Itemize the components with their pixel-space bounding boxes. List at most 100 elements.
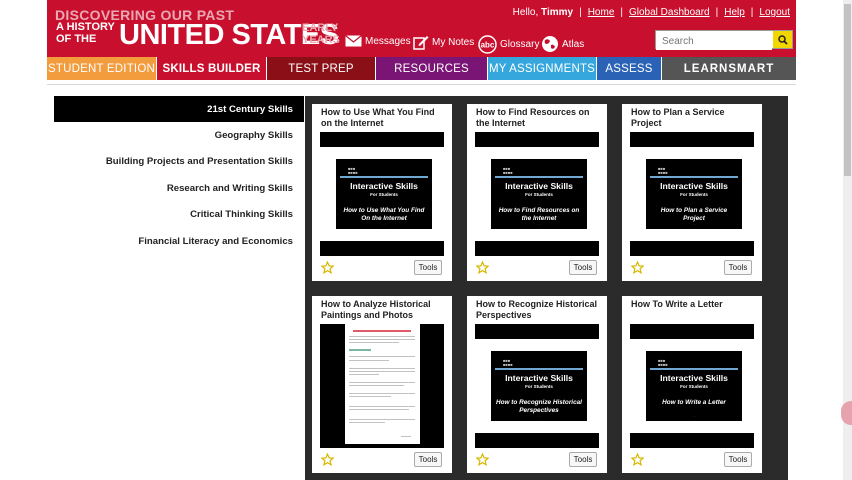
tab-skills-builder[interactable]: SKILLS BUILDER bbox=[157, 57, 267, 80]
card-thumbnail[interactable]: ■■■ ■■■■ Interactive Skills For Students … bbox=[336, 159, 432, 229]
divider bbox=[47, 84, 796, 85]
skill-card[interactable]: How to Find Resources on the Internet ■■… bbox=[467, 104, 607, 281]
sidebar-item-research-writing[interactable]: Research and Writing Skills bbox=[54, 175, 304, 201]
thumb-subheading: For Students bbox=[525, 384, 553, 389]
sidebar-item-critical-thinking[interactable]: Critical Thinking Skills bbox=[54, 202, 304, 228]
skill-card[interactable]: How to Recognize Historical Perspectives… bbox=[467, 296, 607, 473]
favorite-star-icon[interactable] bbox=[476, 453, 489, 466]
skill-card[interactable]: How To Write a Letter ■■■ ■■■■ Interactiv… bbox=[622, 296, 762, 473]
sidebar-item-21st-century-skills[interactable]: 21st Century Skills bbox=[54, 96, 304, 123]
tab-my-assignments[interactable]: MY ASSIGNMENTS bbox=[488, 57, 597, 80]
greeting: Hello, Timmy bbox=[512, 7, 574, 18]
skill-card[interactable]: How to Plan a Service Project ■■■ ■■■■ In… bbox=[622, 104, 762, 281]
skill-card[interactable]: How to Use What You Find on the Internet… bbox=[312, 104, 452, 281]
skills-grid: How to Use What You Find on the Internet… bbox=[305, 96, 788, 480]
favorite-star-icon[interactable] bbox=[631, 453, 644, 466]
skills-sidebar: 21st Century Skills Geography Skills Bui… bbox=[54, 96, 304, 254]
worksheet-preview bbox=[345, 324, 420, 444]
thumb-subheading: For Students bbox=[680, 192, 708, 197]
top-navigation: Hello, Timmy | Home | Global Dashboard |… bbox=[512, 7, 790, 18]
card-title: How to Recognize Historical Perspectives bbox=[476, 299, 598, 320]
tab-learnsmart[interactable]: LEARNSMART bbox=[662, 57, 796, 80]
search-icon bbox=[777, 34, 788, 45]
card-footer-bar bbox=[475, 433, 599, 448]
globe-icon bbox=[542, 36, 558, 52]
thumb-heading: Interactive Skills bbox=[505, 181, 573, 191]
tools-button[interactable]: Tools bbox=[414, 452, 442, 467]
card-header-bar bbox=[475, 324, 599, 339]
card-title: How to Analyze Historical Paintings and … bbox=[321, 299, 431, 320]
glossary-label: Glossary bbox=[500, 39, 540, 50]
card-header-bar bbox=[320, 132, 444, 147]
messages-link[interactable]: Messages bbox=[345, 35, 411, 47]
thumb-footer: · · · bbox=[691, 414, 697, 418]
help-link[interactable]: Help bbox=[724, 7, 745, 18]
publisher-logo: ■■■ ■■■■ bbox=[658, 358, 668, 367]
publisher-logo: ■■■ ■■■■ bbox=[503, 358, 513, 367]
sidebar-item-financial-literacy[interactable]: Financial Literacy and Economics bbox=[54, 228, 304, 254]
thumb-heading: Interactive Skills bbox=[660, 181, 728, 191]
tools-button[interactable]: Tools bbox=[724, 452, 752, 467]
card-header-bar bbox=[630, 132, 754, 147]
thumb-footer: · · · bbox=[536, 222, 542, 226]
card-header-bar bbox=[630, 324, 754, 339]
card-thumbnail[interactable]: ■■■ ■■■■ Interactive Skills For Students … bbox=[491, 159, 587, 229]
atlas-link[interactable]: Atlas bbox=[541, 35, 584, 53]
favorite-star-icon[interactable] bbox=[631, 261, 644, 274]
logout-link[interactable]: Logout bbox=[759, 7, 790, 18]
thumb-title: How to Find Resources on the Internet bbox=[498, 207, 580, 222]
tab-assess[interactable]: ASSESS bbox=[597, 57, 662, 80]
card-footer-bar bbox=[475, 241, 599, 256]
card-thumbnail[interactable]: ■■■ ■■■■ Interactive Skills For Students … bbox=[646, 351, 742, 421]
tools-button[interactable]: Tools bbox=[569, 260, 597, 275]
favorite-star-icon[interactable] bbox=[321, 453, 334, 466]
card-thumbnail[interactable]: ■■■ ■■■■ Interactive Skills For Students … bbox=[491, 351, 587, 421]
home-link[interactable]: Home bbox=[588, 7, 615, 18]
card-title: How to Plan a Service Project bbox=[631, 107, 725, 128]
my-notes-label: My Notes bbox=[432, 37, 475, 48]
card-title: How To Write a Letter bbox=[631, 299, 723, 309]
sidebar-item-building-projects[interactable]: Building Projects and Presentation Skill… bbox=[54, 149, 304, 175]
thumb-accent-bar bbox=[650, 368, 738, 370]
thumb-subheading: For Students bbox=[370, 192, 398, 197]
sidebar-item-geography-skills[interactable]: Geography Skills bbox=[54, 122, 304, 148]
svg-text:abc: abc bbox=[481, 41, 495, 50]
favorite-star-icon[interactable] bbox=[476, 261, 489, 274]
thumb-subheading: For Students bbox=[525, 192, 553, 197]
thumb-footer: · · · bbox=[691, 222, 697, 226]
search-input[interactable] bbox=[656, 33, 772, 50]
my-notes-link[interactable]: My Notes bbox=[413, 35, 474, 50]
skill-card[interactable]: How to Analyze Historical Paintings and … bbox=[312, 296, 452, 473]
card-footer-bar bbox=[320, 241, 444, 256]
envelope-icon bbox=[345, 35, 362, 47]
tab-test-prep[interactable]: TEST PREP bbox=[267, 57, 376, 80]
side-widget-tab[interactable] bbox=[841, 401, 852, 425]
tools-button[interactable]: Tools bbox=[569, 452, 597, 467]
tab-resources[interactable]: RESOURCES bbox=[376, 57, 488, 80]
card-header-bar bbox=[475, 132, 599, 147]
thumb-heading: Interactive Skills bbox=[660, 373, 728, 383]
card-footer-bar bbox=[630, 241, 754, 256]
card-thumbnail[interactable]: ■■■ ■■■■ Interactive Skills For Students … bbox=[646, 159, 742, 229]
main-tabs: STUDENT EDITION SKILLS BUILDER TEST PREP… bbox=[47, 57, 796, 80]
card-thumbnail[interactable] bbox=[320, 324, 444, 448]
thumb-accent-bar bbox=[495, 176, 583, 178]
tools-button[interactable]: Tools bbox=[724, 260, 752, 275]
glossary-link[interactable]: abc Glossary bbox=[478, 35, 539, 54]
card-footer-bar bbox=[630, 433, 754, 448]
publisher-logo: ■■■ ■■■■ bbox=[348, 166, 358, 175]
search-button[interactable] bbox=[773, 31, 792, 48]
tab-student-edition[interactable]: STUDENT EDITION bbox=[47, 57, 157, 80]
global-dashboard-link[interactable]: Global Dashboard bbox=[629, 7, 710, 18]
scrollbar-thumb[interactable] bbox=[844, 4, 851, 176]
card-title: How to Use What You Find on the Internet bbox=[321, 107, 435, 128]
thumb-subheading: For Students bbox=[680, 384, 708, 389]
publisher-logo: ■■■ ■■■■ bbox=[503, 166, 513, 175]
tools-button[interactable]: Tools bbox=[414, 260, 442, 275]
thumb-accent-bar bbox=[340, 176, 428, 178]
favorite-star-icon[interactable] bbox=[321, 261, 334, 274]
thumb-accent-bar bbox=[650, 176, 738, 178]
thumb-heading: Interactive Skills bbox=[350, 181, 418, 191]
logo-a-history-of-the: A HISTORY OF THE bbox=[56, 21, 115, 45]
thumb-footer: · · · bbox=[536, 414, 542, 418]
